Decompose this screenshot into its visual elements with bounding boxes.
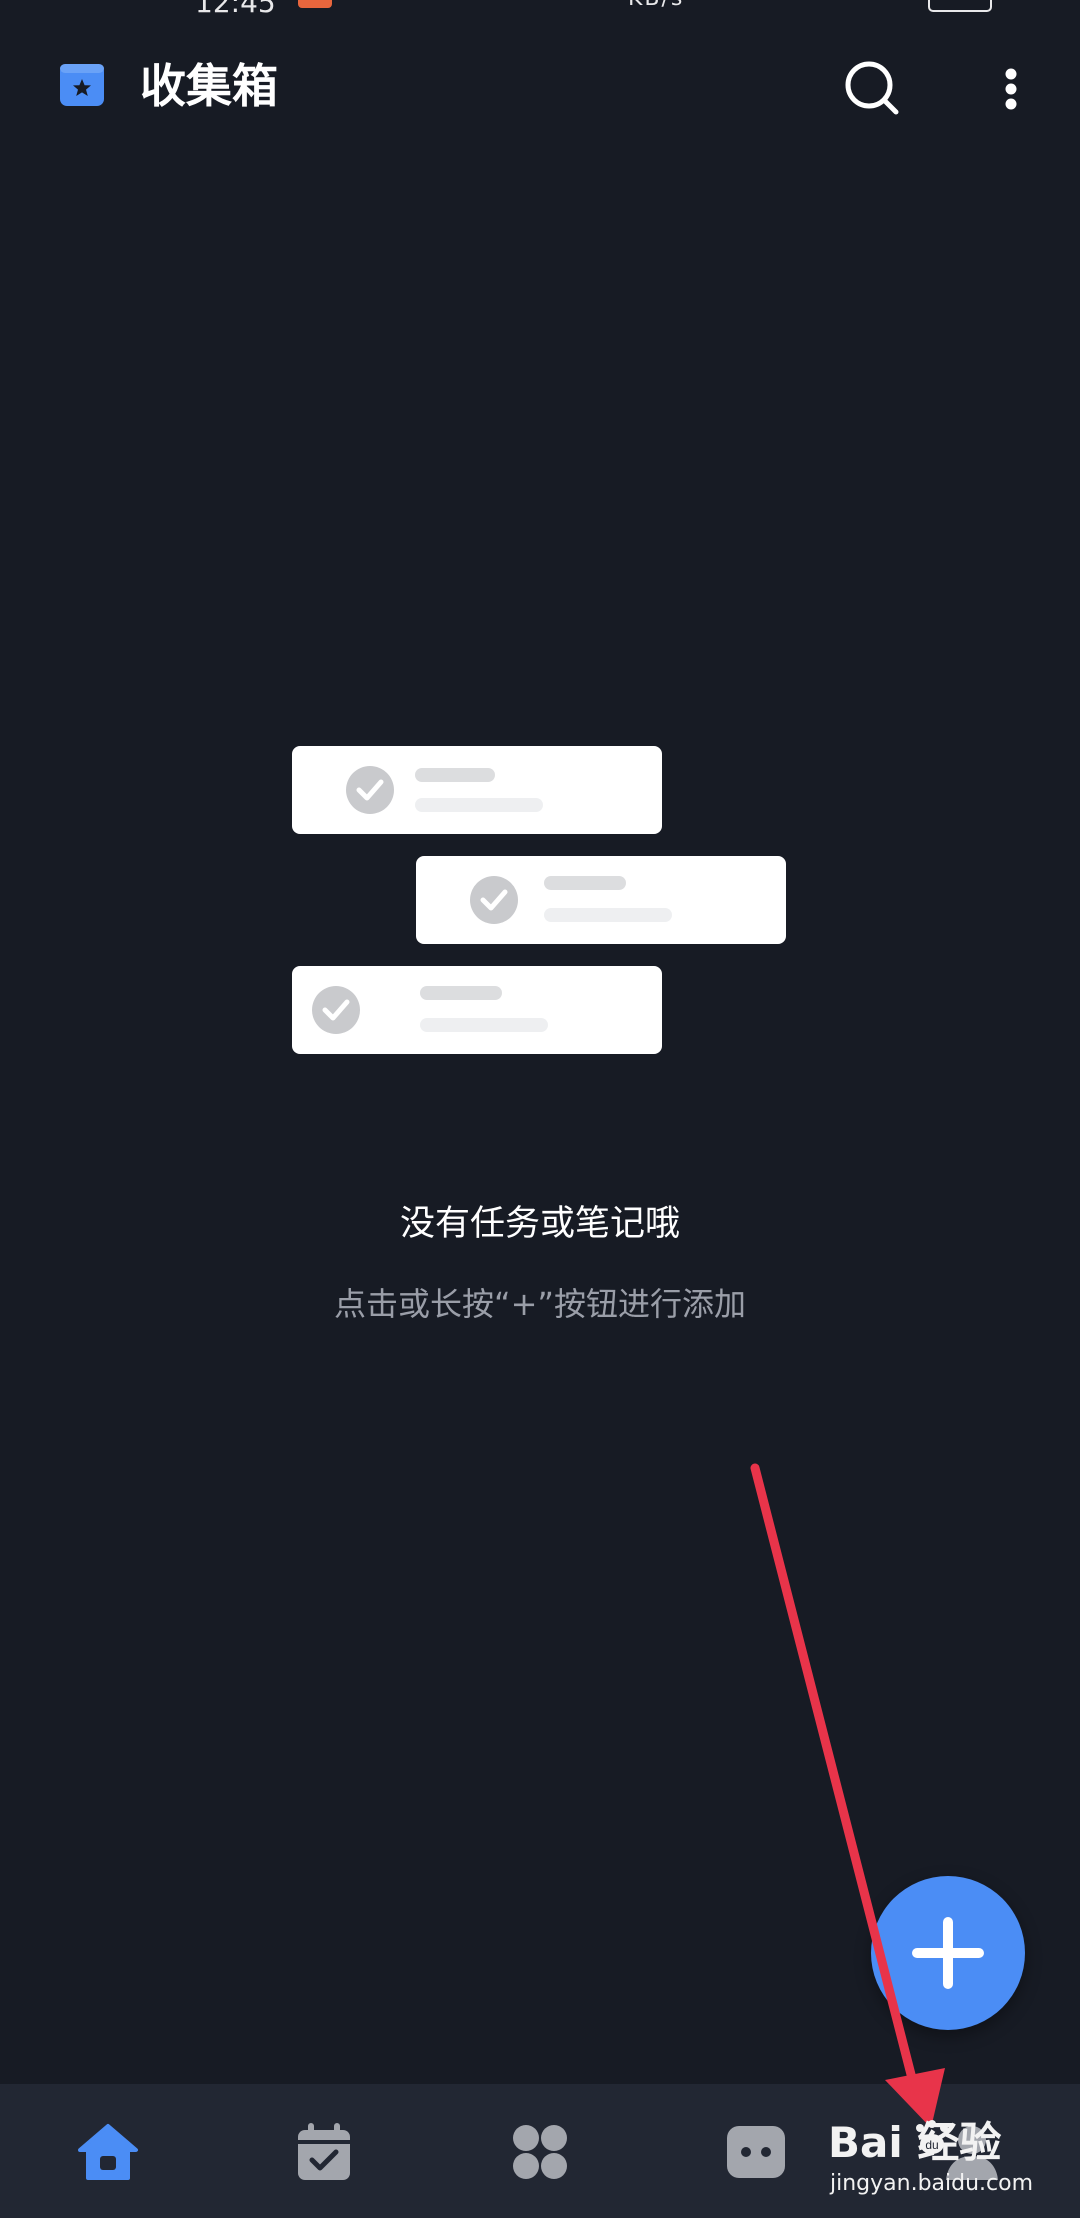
- baidu-watermark: Bai 经验 du jingyan.baidu.com: [828, 2118, 1068, 2218]
- empty-state-hint: 点击或长按“+”按钮进行添加: [334, 1285, 746, 1323]
- watermark-url: jingyan.baidu.com: [830, 2171, 1034, 2196]
- more-options-button[interactable]: [984, 54, 1038, 122]
- empty-state-title: 没有任务或笔记哦: [399, 1204, 680, 1244]
- add-button[interactable]: [871, 1876, 1025, 2030]
- task-card-illustration-1: [292, 746, 662, 834]
- inbox-icon: [60, 64, 104, 106]
- network-speed: KB/s: [628, 0, 684, 11]
- page-title: 收集箱: [140, 59, 278, 113]
- nav-item-calendar[interactable]: [216, 2084, 432, 2218]
- calendar-check-icon: [298, 2123, 350, 2180]
- nav-item-apps[interactable]: [432, 2084, 648, 2218]
- battery-icon: [928, 0, 992, 12]
- search-icon: [845, 61, 899, 115]
- watermark-logo-mark: du: [925, 2138, 938, 2152]
- empty-state-illustration: [292, 746, 786, 1054]
- home-icon: [78, 2124, 138, 2180]
- status-bar: 12:45 KB/s: [0, 0, 1080, 19]
- notification-badge-icon: [298, 0, 332, 8]
- chat-dots-icon: [727, 2126, 785, 2178]
- status-time: 12:45: [195, 0, 276, 19]
- task-card-illustration-2: [416, 856, 786, 944]
- plus-icon: [912, 1917, 984, 1989]
- search-button[interactable]: [838, 54, 906, 122]
- task-card-illustration-3: [292, 966, 662, 1054]
- baidu-paw-icon: du: [916, 2120, 948, 2154]
- app-bar: 收集箱: [0, 40, 1080, 136]
- four-dots-icon: [513, 2125, 567, 2179]
- nav-item-home[interactable]: [0, 2084, 216, 2218]
- more-vertical-icon: [1005, 68, 1017, 110]
